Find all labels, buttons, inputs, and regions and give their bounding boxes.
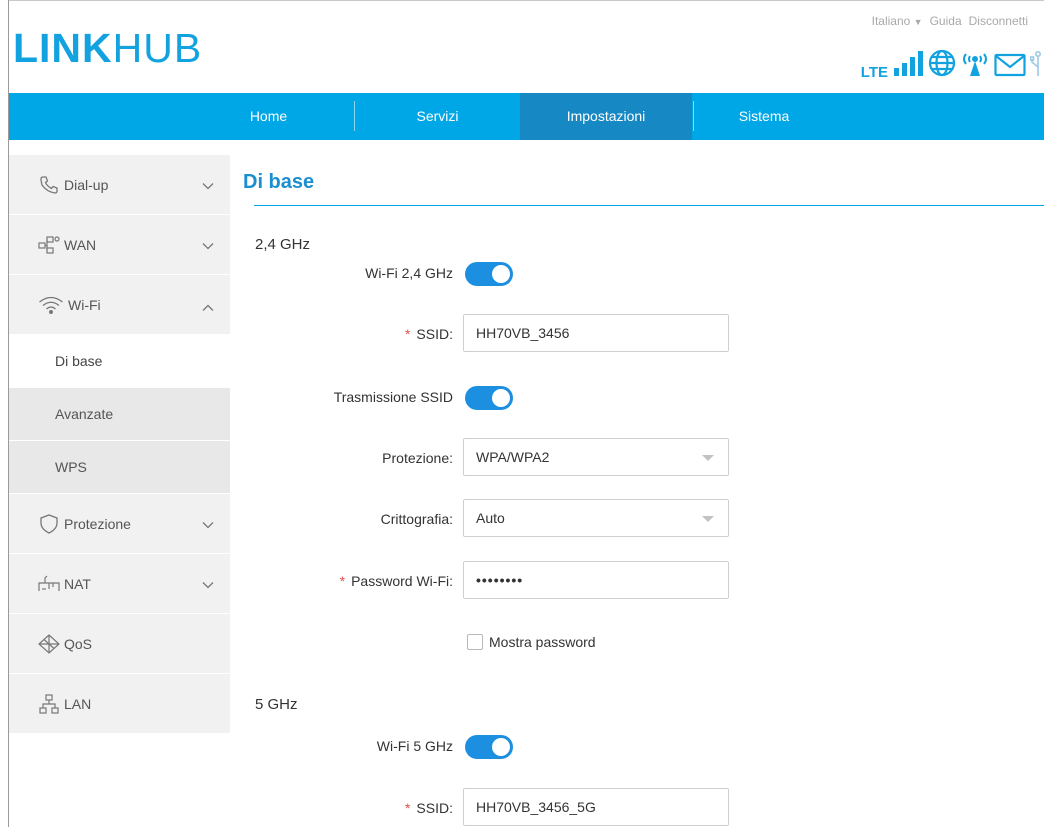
- security-label: Protezione:: [382, 450, 453, 466]
- band-5-heading: 5 GHz: [255, 696, 298, 713]
- chevron-down-icon: [202, 516, 214, 532]
- wifi-icon: [38, 294, 64, 316]
- nat-icon: [38, 573, 60, 595]
- settings-sidebar: Dial-up WAN Wi-Fi Di base Avanzate WPS P…: [9, 155, 230, 734]
- network-type-label: LTE: [860, 64, 888, 81]
- security-select[interactable]: WPA/WPA2: [463, 438, 729, 476]
- nav-services[interactable]: Servizi: [355, 93, 520, 140]
- sidebar-label: Protezione: [64, 515, 131, 532]
- wifi-password-label: * Password Wi-Fi:: [339, 573, 453, 589]
- globe-icon: [928, 49, 956, 80]
- main-navbar: Home Servizi Impostazioni Sistema: [9, 93, 1044, 140]
- toggle-knob: [492, 738, 510, 756]
- network-nodes-icon: [38, 234, 60, 256]
- sidebar-label: LAN: [64, 695, 92, 712]
- dropdown-arrow-icon: [702, 516, 714, 522]
- ssid-5-input[interactable]: HH70VB_3456_5G: [463, 788, 729, 826]
- brand-logo: LINKHUB: [13, 25, 203, 71]
- nav-settings[interactable]: Impostazioni: [520, 93, 692, 140]
- sidebar-item-lan[interactable]: LAN: [9, 674, 230, 734]
- chevron-down-icon: [202, 237, 214, 253]
- sidebar-label: Wi-Fi: [68, 296, 101, 313]
- sidebar-label: WAN: [64, 236, 97, 253]
- sidebar-item-nat[interactable]: NAT: [9, 554, 230, 614]
- encryption-label: Crittografia:: [380, 511, 453, 527]
- sidebar-label: NAT: [64, 575, 91, 592]
- ssid-5-label: * SSID:: [404, 800, 453, 816]
- sidebar-item-qos[interactable]: QoS: [9, 614, 230, 674]
- phone-icon: [38, 174, 60, 196]
- wifi-broadcast-icon: [960, 51, 990, 80]
- caret-down-icon: ▼: [913, 17, 923, 27]
- toggle-knob: [492, 265, 510, 283]
- diamond-icon: [38, 633, 60, 655]
- wifi-5-label: Wi-Fi 5 GHz: [376, 738, 453, 754]
- mail-icon[interactable]: [994, 53, 1026, 80]
- lan-topology-icon: [38, 693, 60, 715]
- sidebar-label: QoS: [64, 635, 93, 652]
- chevron-down-icon: [202, 576, 214, 592]
- window-top-border: [8, 0, 1044, 1]
- sidebar-item-wifi[interactable]: Wi-Fi: [9, 275, 230, 335]
- help-link[interactable]: Guida: [930, 14, 962, 28]
- language-select[interactable]: Italiano ▼: [872, 14, 923, 28]
- status-icons: LTE: [860, 49, 1044, 81]
- show-password-label[interactable]: Mostra password: [489, 634, 596, 650]
- signal-strength-icon: [894, 51, 924, 80]
- logout-link[interactable]: Disconnetti: [969, 14, 1028, 28]
- page-title: Di base: [243, 171, 315, 193]
- wifi-24-label: Wi-Fi 2,4 GHz: [365, 265, 453, 281]
- chevron-up-icon: [202, 299, 214, 315]
- sidebar-subitem-advanced[interactable]: Avanzate: [9, 388, 230, 441]
- toggle-knob: [492, 389, 510, 407]
- broadcast-ssid-toggle[interactable]: [465, 386, 513, 410]
- sidebar-subitem-wps[interactable]: WPS: [9, 441, 230, 494]
- nav-home[interactable]: Home: [220, 93, 317, 140]
- title-divider: [254, 205, 1044, 206]
- sidebar-label: Dial-up: [64, 176, 109, 193]
- wifi-password-input[interactable]: ••••••••: [463, 561, 729, 599]
- broadcast-ssid-label: Trasmissione SSID: [333, 389, 453, 405]
- usb-icon: [1029, 50, 1044, 80]
- sidebar-item-dialup[interactable]: Dial-up: [9, 155, 230, 215]
- ssid-24-input[interactable]: HH70VB_3456: [463, 314, 729, 352]
- required-marker: *: [404, 326, 411, 342]
- sidebar-subitem-basic[interactable]: Di base: [9, 335, 230, 388]
- sidebar-item-security[interactable]: Protezione: [9, 494, 230, 554]
- shield-icon: [38, 513, 60, 535]
- nav-system[interactable]: Sistema: [694, 93, 834, 140]
- top-links: Italiano ▼ Guida Disconnetti: [872, 14, 1028, 28]
- encryption-select[interactable]: Auto: [463, 499, 729, 537]
- required-marker: *: [339, 573, 346, 589]
- wifi-5-toggle[interactable]: [465, 735, 513, 759]
- show-password-checkbox[interactable]: [467, 634, 483, 650]
- required-marker: *: [404, 800, 411, 816]
- sidebar-item-wan[interactable]: WAN: [9, 215, 230, 275]
- wifi-24-toggle[interactable]: [465, 262, 513, 286]
- ssid-24-label: * SSID:: [404, 326, 453, 342]
- chevron-down-icon: [202, 177, 214, 193]
- dropdown-arrow-icon: [702, 455, 714, 461]
- band-24-heading: 2,4 GHz: [255, 236, 311, 253]
